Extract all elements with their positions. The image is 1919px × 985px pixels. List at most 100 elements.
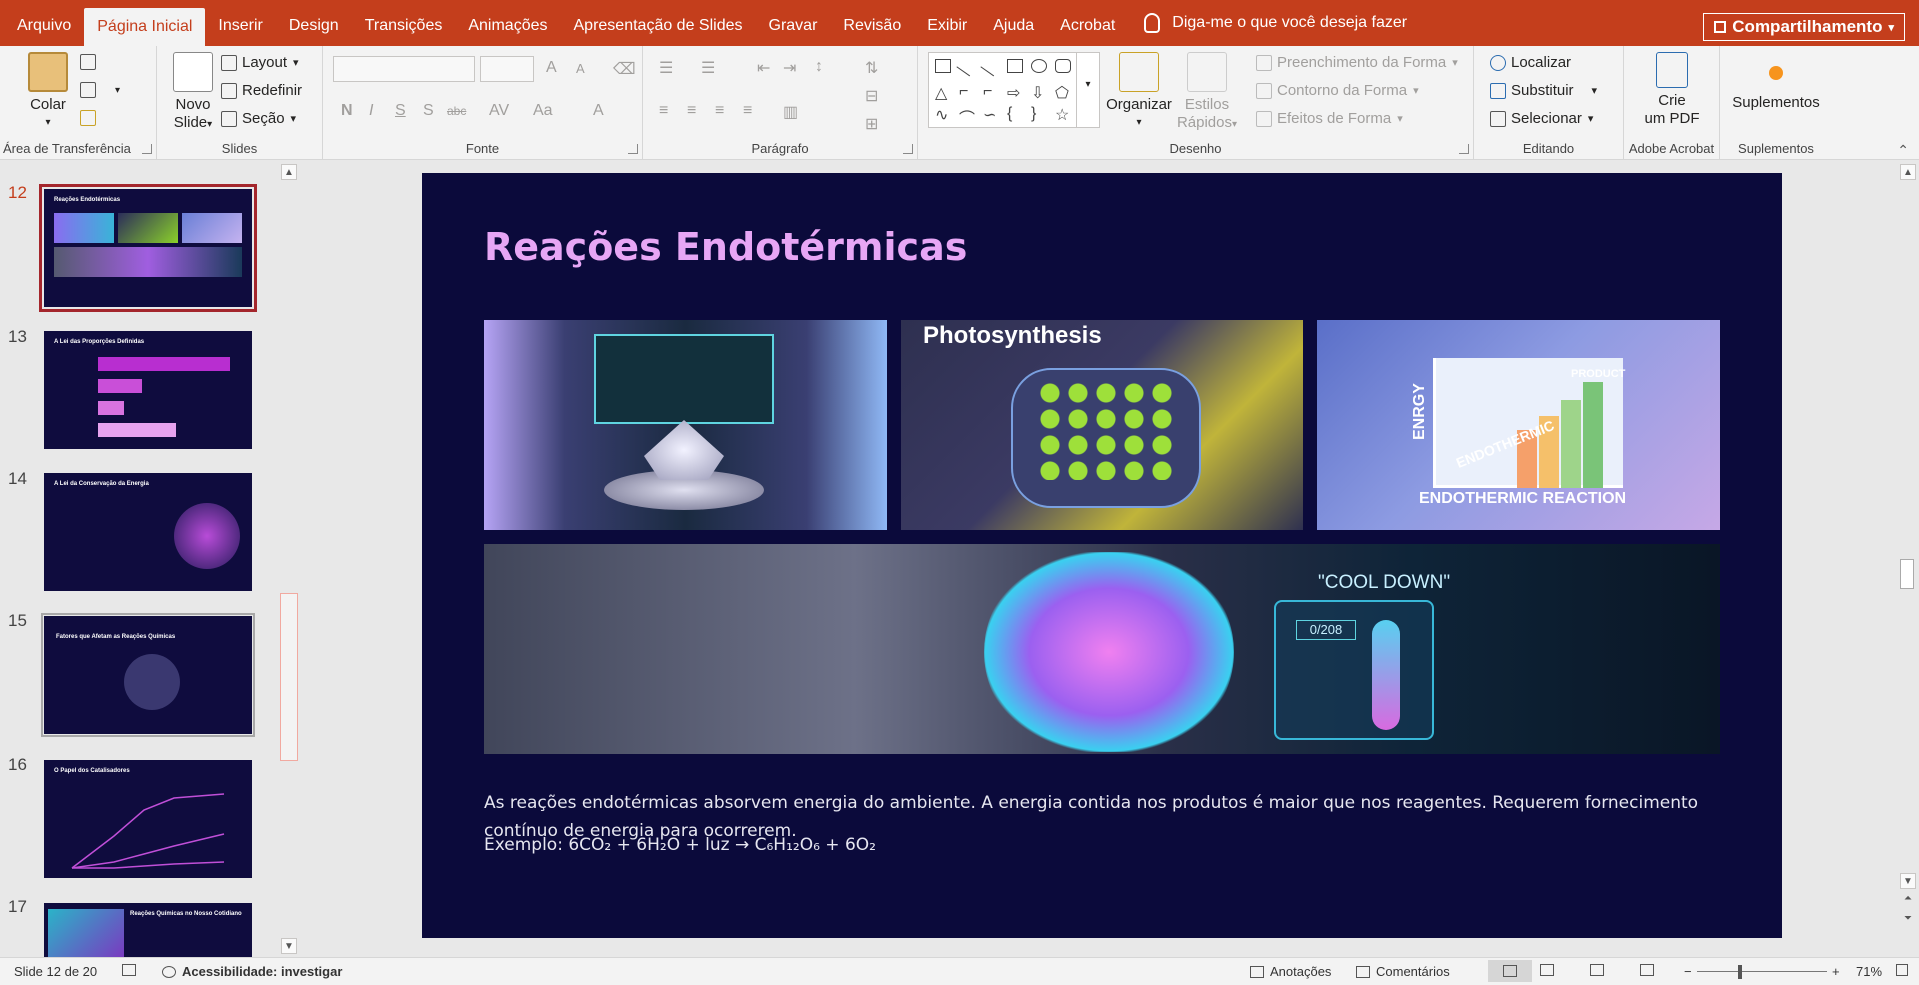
tell-me-search[interactable]: Diga-me o que você deseja fazer (1144, 0, 1407, 46)
freeform-shape-icon[interactable]: ∿ (935, 105, 948, 125)
create-pdf-button[interactable]: Crie um PDF (1634, 52, 1710, 128)
decrease-indent-icon[interactable]: ⇤ (757, 58, 770, 78)
cool-down-image[interactable]: "COOL DOWN" 0/208 (484, 544, 1720, 754)
accessibility-button[interactable]: Acessibilidade: investigar (162, 964, 342, 979)
strikethrough-icon[interactable]: abc (447, 104, 466, 118)
arrow-shape-icon[interactable] (980, 55, 1002, 77)
shapes-gallery[interactable]: △ ⌐ ⌐ ⇨ ⇩ ⬠ ∿ ⌒ ∽ { } ☆ (928, 52, 1078, 128)
comments-button[interactable]: Comentários (1356, 964, 1450, 979)
arc-shape-icon[interactable]: ⌒ (959, 105, 975, 129)
slide-thumbnail-12[interactable]: Reações Endotérmicas (39, 184, 257, 312)
tab-animacoes[interactable]: Animações (455, 0, 560, 46)
slide-example-text[interactable]: Exemplo: 6CO₂ + 6H₂O + luz → C₆H₁₂O₆ + 6… (484, 835, 876, 855)
elbow-connector-icon[interactable]: ⌐ (959, 83, 968, 101)
italic-icon[interactable]: I (369, 102, 373, 120)
slide-thumbnail-16[interactable]: O Papel dos Catalisadores (44, 760, 252, 878)
tab-gravar[interactable]: Gravar (756, 0, 831, 46)
font-color-icon[interactable]: A (593, 102, 604, 120)
dialog-launcher-icon[interactable] (903, 144, 913, 154)
underline-icon[interactable]: S (395, 102, 406, 120)
align-left-icon[interactable]: ≡ (659, 102, 668, 120)
slide-thumbnail-14[interactable]: A Lei da Conservação da Energia (44, 473, 252, 591)
oval-shape-icon[interactable] (1031, 59, 1047, 73)
scrollbar-thumb[interactable] (280, 593, 298, 761)
spelling-check-button[interactable] (122, 964, 142, 976)
right-brace-shape-icon[interactable]: } (1031, 105, 1036, 123)
scrollbar-thumb[interactable] (1900, 559, 1914, 589)
curved-connector-icon[interactable]: ⌐ (983, 83, 992, 101)
triangle-shape-icon[interactable]: △ (935, 83, 947, 103)
addins-button[interactable]: Suplementos (1728, 52, 1824, 112)
arrange-button[interactable]: Organizar ▾ (1104, 52, 1174, 132)
right-arrow-shape-icon[interactable]: ⇨ (1007, 83, 1020, 103)
columns-icon[interactable]: ▥ (783, 102, 798, 122)
line-spacing-icon[interactable]: ↕ (815, 58, 823, 76)
collapse-ribbon-icon[interactable]: ⌃ (1897, 142, 1909, 159)
layout-button[interactable]: Layout ▾ (221, 54, 299, 71)
line-shape-icon[interactable] (956, 55, 978, 77)
fit-slide-button[interactable] (1896, 964, 1914, 976)
tab-apresentacao[interactable]: Apresentação de Slides (561, 0, 756, 46)
slide-sorter-button[interactable] (1540, 964, 1560, 976)
slide-canvas[interactable]: Reações Endotérmicas Photosynthesis PROD… (422, 173, 1782, 938)
reading-view-button[interactable] (1590, 964, 1610, 976)
align-text-icon[interactable]: ⊟ (865, 86, 878, 106)
share-button[interactable]: Compartilhamento ▾ (1703, 13, 1905, 41)
next-slide-icon[interactable]: ⏷ (1900, 911, 1916, 927)
align-right-icon[interactable]: ≡ (715, 102, 724, 120)
tab-transicoes[interactable]: Transições (352, 0, 456, 46)
tab-pagina-inicial[interactable]: Página Inicial (84, 8, 206, 46)
down-arrow-shape-icon[interactable]: ⇩ (1031, 83, 1044, 103)
scroll-down-arrow-icon[interactable]: ▼ (1900, 873, 1916, 889)
char-spacing-icon[interactable]: AV (489, 102, 509, 120)
format-painter-button[interactable] (80, 110, 101, 126)
justify-icon[interactable]: ≡ (743, 102, 752, 120)
dialog-launcher-icon[interactable] (628, 144, 638, 154)
tab-design[interactable]: Design (276, 0, 352, 46)
quick-styles-button[interactable]: Estilos Rápidos▾ (1176, 52, 1238, 134)
textbox-shape-icon[interactable] (935, 59, 951, 73)
shape-effects-button[interactable]: Efeitos de Forma ▾ (1256, 110, 1403, 127)
reset-button[interactable]: Redefinir (221, 82, 302, 99)
grow-font-icon[interactable]: A (546, 59, 557, 77)
rounded-rect-shape-icon[interactable] (1055, 59, 1071, 73)
shadow-icon[interactable]: S (423, 102, 434, 120)
star-shape-icon[interactable]: ☆ (1055, 105, 1069, 125)
text-direction-icon[interactable]: ⇅ (865, 58, 878, 78)
change-case-icon[interactable]: Aa (533, 102, 553, 120)
previous-slide-icon[interactable]: ⏶ (1900, 891, 1916, 907)
select-button[interactable]: Selecionar ▾ (1490, 110, 1593, 127)
thumbnails-scrollbar[interactable]: ▲ ▼ (278, 161, 300, 957)
shape-outline-button[interactable]: Contorno da Forma ▾ (1256, 82, 1419, 99)
tab-ajuda[interactable]: Ajuda (980, 0, 1047, 46)
font-name-combo[interactable] (333, 56, 475, 82)
normal-view-button[interactable] (1488, 960, 1532, 982)
replace-button[interactable]: Substituir ▾ (1490, 82, 1597, 99)
photosynthesis-image[interactable]: Photosynthesis (901, 320, 1303, 530)
scroll-up-arrow-icon[interactable]: ▲ (1900, 164, 1916, 180)
dialog-launcher-icon[interactable] (142, 144, 152, 154)
rectangle-shape-icon[interactable] (1007, 59, 1023, 73)
smartart-icon[interactable]: ⊞ (865, 114, 878, 134)
left-brace-shape-icon[interactable]: { (1007, 105, 1012, 123)
tab-revisao[interactable]: Revisão (830, 0, 914, 46)
gallery-more-button[interactable]: ▾ (1076, 52, 1100, 128)
scroll-up-arrow-icon[interactable]: ▲ (281, 164, 297, 180)
zoom-slider-knob[interactable] (1738, 965, 1742, 979)
pentagon-shape-icon[interactable]: ⬠ (1055, 83, 1069, 103)
endothermic-graph-image[interactable]: PRODUCT ENRGY ENDOTHERMIC ENDOTHERMIC RE… (1317, 320, 1720, 530)
editor-scrollbar[interactable]: ▲ ▼ ⏶ ⏷ (1897, 161, 1919, 957)
zoom-out-button[interactable]: − (1684, 964, 1692, 979)
tab-acrobat[interactable]: Acrobat (1047, 0, 1128, 46)
paste-button[interactable]: Colar ▾ (20, 52, 76, 132)
tab-exibir[interactable]: Exibir (914, 0, 980, 46)
slide-thumbnail-15[interactable]: Fatores que Afetam as Reações Químicas (41, 613, 255, 737)
copy-button[interactable]: ▾ (80, 82, 120, 98)
zoom-slider-track[interactable] (1697, 971, 1827, 972)
scroll-down-arrow-icon[interactable]: ▼ (281, 938, 297, 954)
zoom-in-button[interactable]: + (1832, 964, 1840, 979)
slideshow-button[interactable] (1640, 964, 1660, 976)
zoom-level[interactable]: 71% (1856, 964, 1882, 979)
align-center-icon[interactable]: ≡ (687, 102, 696, 120)
notes-button[interactable]: Anotações (1250, 964, 1331, 979)
